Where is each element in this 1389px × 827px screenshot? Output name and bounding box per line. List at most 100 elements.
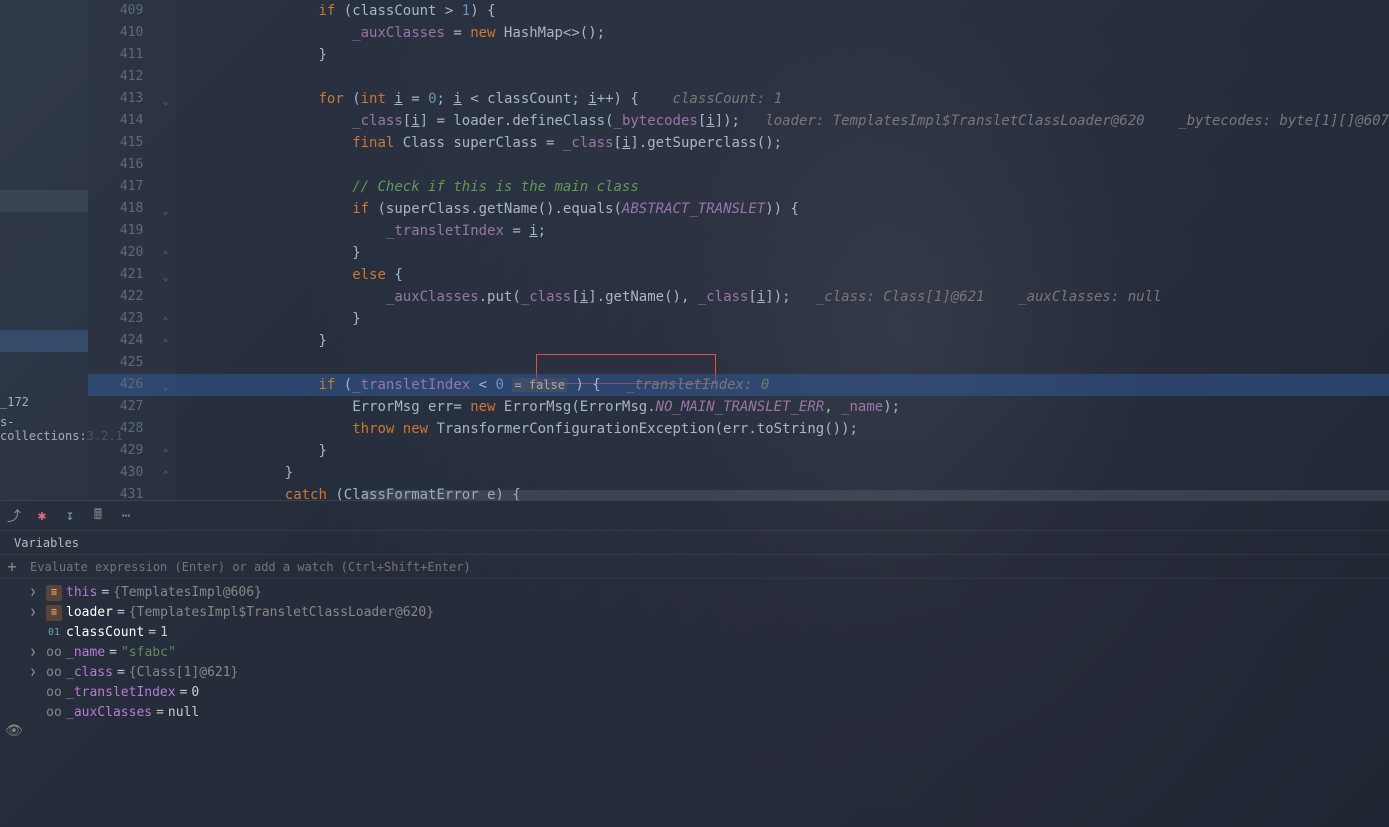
variable-value: 1	[160, 623, 168, 643]
variable-row[interactable]: ❯≡loader = {TemplatesImpl$TransletClassL…	[30, 603, 1389, 623]
expand-toggle-icon[interactable]: ❯	[30, 663, 42, 683]
line-number[interactable]: 424⌃	[88, 330, 176, 352]
code-line[interactable]: }	[176, 308, 1389, 330]
fold-open-icon[interactable]: ⌄	[160, 91, 172, 103]
code-line[interactable]: _auxClasses = new HashMap<>();	[176, 22, 1389, 44]
code-token: }	[352, 245, 360, 261]
project-panel[interactable]: _172 s-collections:3.2.1	[0, 0, 88, 500]
line-number[interactable]: 425	[88, 352, 176, 374]
code-token: 1	[462, 3, 470, 19]
fold-close-icon[interactable]: ⌃	[160, 465, 172, 477]
panel-row[interactable]	[0, 190, 88, 212]
fold-close-icon[interactable]: ⌃	[160, 443, 172, 455]
code-token: _class	[698, 289, 749, 305]
add-watch-button[interactable]: +	[0, 555, 24, 579]
line-number[interactable]: 426⌄	[88, 374, 176, 396]
code-line[interactable]: }	[176, 242, 1389, 264]
line-number[interactable]: 423⌃	[88, 308, 176, 330]
variable-row[interactable]: 01classCount = 1	[30, 623, 1389, 643]
code-token: ]);	[715, 113, 740, 129]
variable-row[interactable]: oo_auxClasses = null	[30, 703, 1389, 723]
code-line[interactable]	[176, 352, 1389, 374]
expand-toggle-icon[interactable]: ❯	[30, 583, 42, 603]
variable-row[interactable]: oo_transletIndex = 0	[30, 683, 1389, 703]
equals-sign: =	[101, 583, 109, 603]
line-number[interactable]: 421⌄	[88, 264, 176, 286]
line-number[interactable]: 418⌄	[88, 198, 176, 220]
line-number[interactable]: 428	[88, 418, 176, 440]
variable-row[interactable]: ❯≡this = {TemplatesImpl@606}	[30, 583, 1389, 603]
variable-row[interactable]: ❯oo_class = {Class[1]@621}	[30, 663, 1389, 683]
code-token: i	[453, 91, 461, 107]
line-number[interactable]: 420⌃	[88, 242, 176, 264]
fold-close-icon[interactable]: ⌃	[160, 311, 172, 323]
code-line[interactable]: // Check if this is the main class	[176, 176, 1389, 198]
fold-open-icon[interactable]: ⌄	[160, 377, 172, 389]
line-number[interactable]: 412	[88, 66, 176, 88]
panel-row-selected[interactable]	[0, 330, 88, 352]
code-token: i	[580, 289, 588, 305]
line-number[interactable]: 430⌃	[88, 462, 176, 484]
code-line[interactable]: final Class superClass = _class[i].getSu…	[176, 132, 1389, 154]
line-number[interactable]: 411	[88, 44, 176, 66]
code-line[interactable]: else {	[176, 264, 1389, 286]
step-into-icon[interactable]: ↧	[61, 507, 79, 525]
variables-tab[interactable]: Variables	[0, 531, 1389, 555]
expand-toggle-icon[interactable]: ❯	[30, 643, 42, 663]
editor-area: _172 s-collections:3.2.1 409410411412413…	[0, 0, 1389, 500]
calculator-icon[interactable]: 🖩	[89, 507, 107, 525]
expand-toggle-icon[interactable]: ❯	[30, 603, 42, 623]
code-line[interactable]: }	[176, 440, 1389, 462]
code-line[interactable]: _class[i] = loader.defineClass(_bytecode…	[176, 110, 1389, 132]
variable-name: _name	[66, 643, 105, 663]
code-token: )) {	[765, 201, 799, 217]
code-token: else	[352, 267, 394, 283]
evaluate-icon[interactable]: ✱	[33, 507, 51, 525]
line-number[interactable]: 410	[88, 22, 176, 44]
line-number[interactable]: 429⌃	[88, 440, 176, 462]
variable-row[interactable]: ❯oo_name = "sfabc"	[30, 643, 1389, 663]
code-line[interactable]: _transletIndex = i;	[176, 220, 1389, 242]
step-over-icon[interactable]: ⤴	[5, 507, 23, 525]
code-line[interactable]: }	[176, 330, 1389, 352]
more-icon[interactable]: ⋯	[117, 507, 135, 525]
code-line[interactable]: }	[176, 44, 1389, 66]
code-line[interactable]	[176, 66, 1389, 88]
line-number[interactable]: 409	[88, 0, 176, 22]
watch-visibility-icon[interactable]: 👁	[5, 723, 23, 739]
code-line[interactable]	[176, 154, 1389, 176]
fold-open-icon[interactable]: ⌄	[160, 267, 172, 279]
fold-open-icon[interactable]: ⌄	[160, 201, 172, 213]
code-token: }	[318, 443, 326, 459]
code-line[interactable]: for (int i = 0; i < classCount; i++) { c…	[176, 88, 1389, 110]
equals-sign: =	[117, 663, 125, 683]
code-line[interactable]: if (classCount > 1) {	[176, 0, 1389, 22]
line-number[interactable]: 415	[88, 132, 176, 154]
code-editor[interactable]: 409410411412413⌄414415416417418⌄419420⌃4…	[88, 0, 1389, 500]
fold-close-icon[interactable]: ⌃	[160, 333, 172, 345]
gutter[interactable]: 409410411412413⌄414415416417418⌄419420⌃4…	[88, 0, 176, 500]
code-lines[interactable]: if (classCount > 1) { _auxClasses = new …	[176, 0, 1389, 500]
code-line[interactable]: throw new TransformerConfigurationExcept…	[176, 418, 1389, 440]
panel-label[interactable]: _172	[0, 395, 29, 409]
code-line[interactable]: if (_transletIndex < 0 = false ) { _tran…	[176, 374, 1389, 396]
line-number[interactable]: 419	[88, 220, 176, 242]
line-number[interactable]: 422	[88, 286, 176, 308]
line-number[interactable]: 417	[88, 176, 176, 198]
line-number[interactable]: 416	[88, 154, 176, 176]
code-line[interactable]: ErrorMsg err= new ErrorMsg(ErrorMsg.NO_M…	[176, 396, 1389, 418]
watch-input[interactable]	[24, 560, 1389, 574]
horizontal-scrollbar[interactable]	[363, 490, 1389, 500]
code-token: _class	[521, 289, 572, 305]
code-line[interactable]: _auxClasses.put(_class[i].getName(), _cl…	[176, 286, 1389, 308]
code-token: int	[361, 91, 395, 107]
variables-tree[interactable]: ❯≡this = {TemplatesImpl@606}❯≡loader = {…	[0, 579, 1389, 723]
fold-close-icon[interactable]: ⌃	[160, 245, 172, 257]
code-line[interactable]: }	[176, 462, 1389, 484]
code-token: < classCount;	[462, 91, 588, 107]
code-token: [	[748, 289, 756, 305]
code-line[interactable]: if (superClass.getName().equals(ABSTRACT…	[176, 198, 1389, 220]
line-number[interactable]: 414	[88, 110, 176, 132]
line-number[interactable]: 427	[88, 396, 176, 418]
line-number[interactable]: 413⌄	[88, 88, 176, 110]
